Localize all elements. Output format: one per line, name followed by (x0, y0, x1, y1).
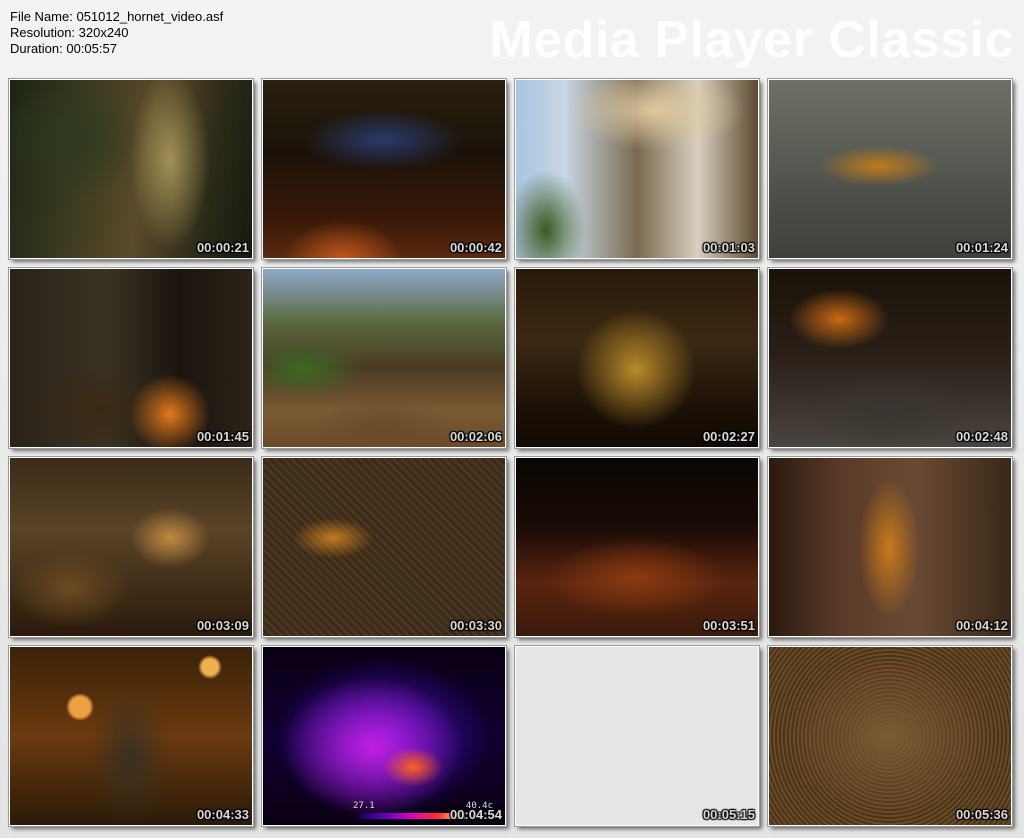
timestamp-label: 00:00:21 (196, 240, 249, 255)
file-name-text: File Name: 051012_hornet_video.asf (10, 9, 224, 24)
thumbnail-grid: 00:00:21 00:00:42 00:01:03 00:01:24 00:0… (8, 78, 1015, 829)
thumbnail-frame[interactable]: 00:00:42 (261, 78, 507, 260)
thumbnail-frame[interactable]: 00:03:30 (261, 456, 507, 638)
thumbnail-frame[interactable]: 00:04:33 (8, 645, 254, 827)
timestamp-label: 00:04:54 (449, 807, 502, 822)
thumbnail-frame[interactable]: 00:05:15 (514, 645, 760, 827)
thumbnail-frame[interactable]: 00:02:06 (261, 267, 507, 449)
thumbnail-frame[interactable]: 00:05:36 (767, 645, 1013, 827)
timestamp-label: 00:02:48 (955, 429, 1008, 444)
timestamp-label: 00:05:15 (702, 807, 755, 822)
timestamp-label: 00:03:51 (702, 618, 755, 633)
thumbnail-frame[interactable]: 00:02:48 (767, 267, 1013, 449)
thermal-min-readout: 27.1 (353, 801, 375, 811)
timestamp-label: 00:00:42 (449, 240, 502, 255)
thumbnail-frame[interactable]: 00:03:09 (8, 456, 254, 638)
timestamp-label: 00:03:30 (449, 618, 502, 633)
thumbnail-frame[interactable]: 00:00:21 (8, 78, 254, 260)
thumbnail-frame[interactable]: 00:01:24 (767, 78, 1013, 260)
timestamp-label: 00:01:24 (955, 240, 1008, 255)
file-info: File Name: 051012_hornet_video.asf Resol… (10, 9, 223, 57)
thumbnail-frame[interactable]: 00:04:12 (767, 456, 1013, 638)
timestamp-label: 00:01:45 (196, 429, 249, 444)
timestamp-label: 00:04:12 (955, 618, 1008, 633)
thumbnail-frame[interactable]: 00:01:45 (8, 267, 254, 449)
timestamp-label: 00:05:36 (955, 807, 1008, 822)
thumbnail-frame[interactable]: 27.1 40.4c 00:04:54 (261, 645, 507, 827)
timestamp-label: 00:02:27 (702, 429, 755, 444)
timestamp-label: 00:03:09 (196, 618, 249, 633)
duration-text: Duration: 00:05:57 (10, 41, 117, 56)
thumbnail-frame[interactable]: 00:03:51 (514, 456, 760, 638)
thumbnail-frame[interactable]: 00:01:03 (514, 78, 760, 260)
app-watermark: Media Player Classic (489, 11, 1014, 69)
timestamp-label: 00:01:03 (702, 240, 755, 255)
timestamp-label: 00:02:06 (449, 429, 502, 444)
thumbnail-frame[interactable]: 00:02:27 (514, 267, 760, 449)
resolution-text: Resolution: 320x240 (10, 25, 129, 40)
timestamp-label: 00:04:33 (196, 807, 249, 822)
